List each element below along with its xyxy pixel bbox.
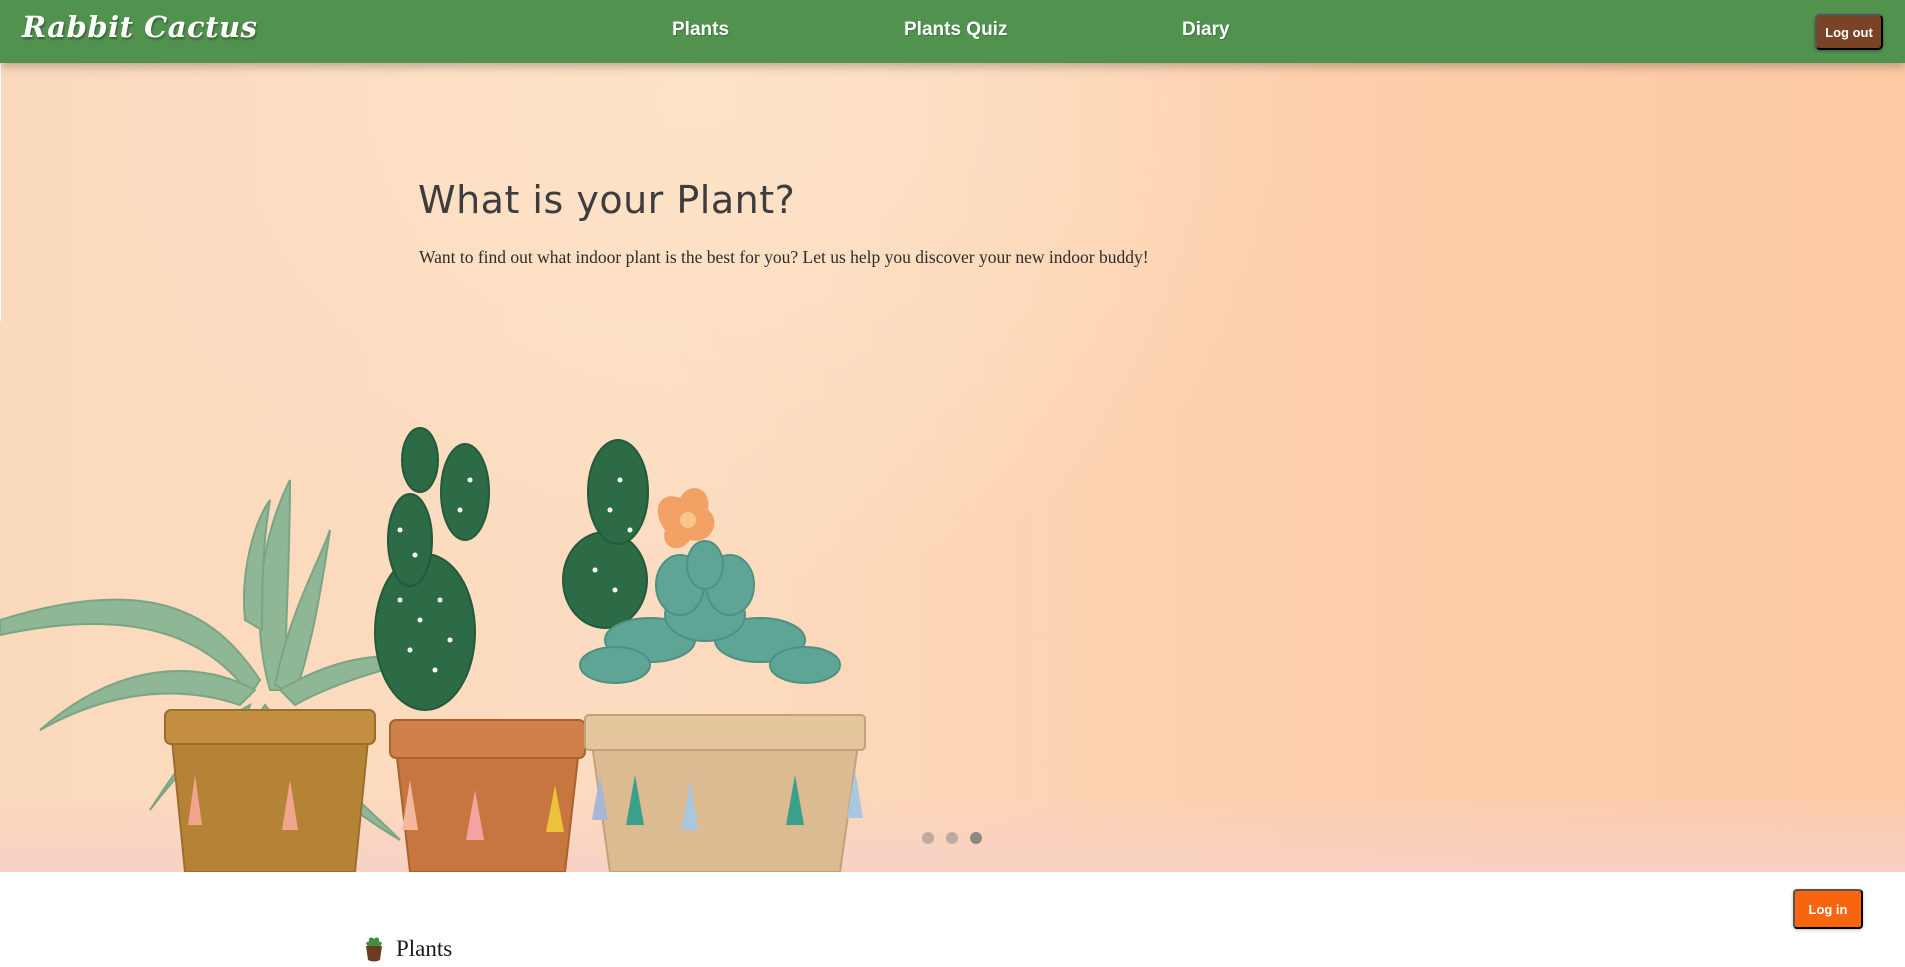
hero-subtitle: Want to find out what indoor plant is th…: [419, 247, 1149, 267]
plants-section-heading: Plants: [362, 936, 452, 962]
login-button[interactable]: Log in: [1793, 889, 1863, 929]
plants-section-label: Plants: [396, 936, 453, 961]
logout-button[interactable]: Log out: [1815, 14, 1883, 50]
carousel-dot-2[interactable]: [946, 832, 958, 844]
potted-plant-icon: [366, 937, 382, 962]
carousel-dot-1[interactable]: [922, 832, 934, 844]
nav-plants-quiz-link[interactable]: Plants Quiz: [904, 19, 1007, 41]
cactus-pots-illustration: [0, 427, 866, 872]
hero-edge-strip: [0, 63, 1, 321]
carousel-dot-3[interactable]: [970, 832, 982, 844]
hero-carousel: What is your Plant? Want to find out wha…: [0, 0, 1905, 872]
carousel-indicators: [922, 832, 982, 844]
nav-diary-link[interactable]: Diary: [1182, 19, 1230, 41]
top-navbar: Rabbit Cactus Plants Plants Quiz Diary L…: [0, 0, 1905, 63]
nav-plants-link[interactable]: Plants: [672, 19, 729, 41]
brand-logo[interactable]: Rabbit Cactus: [22, 10, 257, 44]
hero-title: What is your Plant?: [418, 178, 796, 222]
